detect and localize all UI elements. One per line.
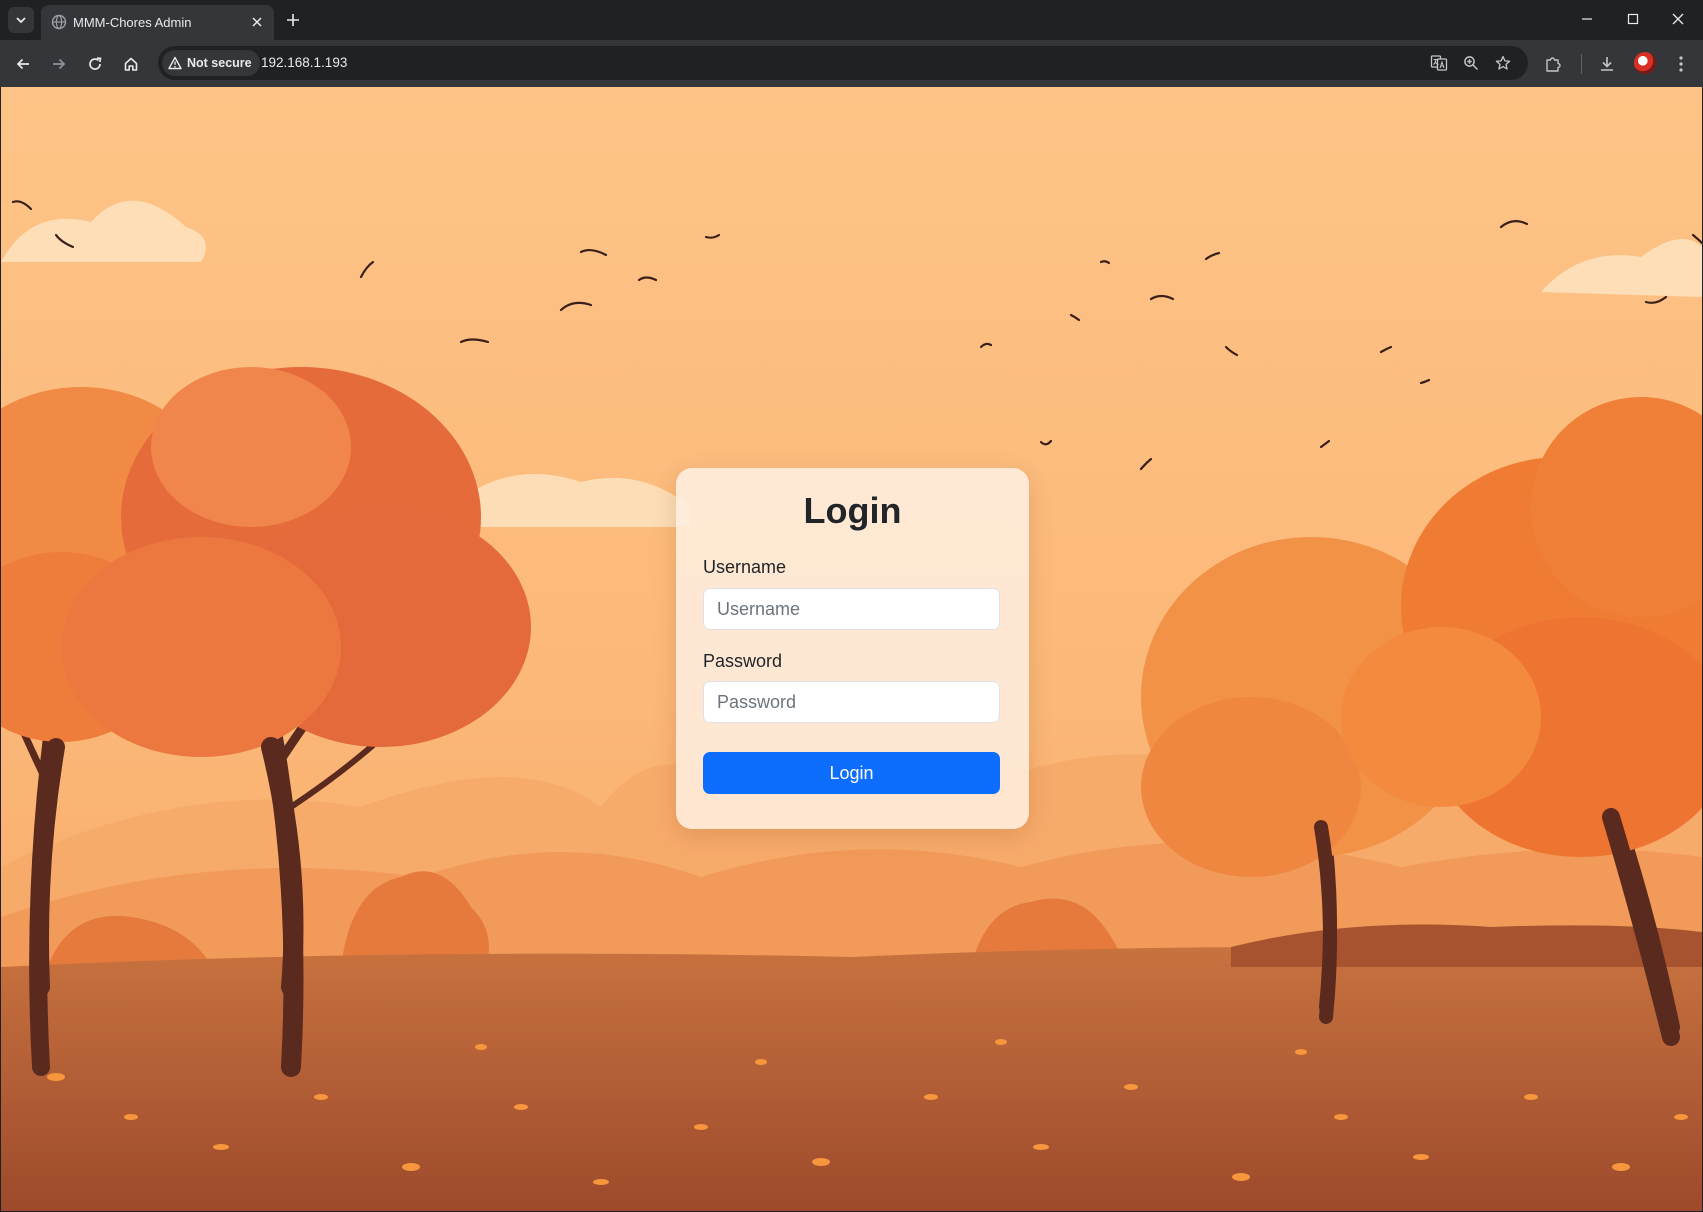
browser-menu-button[interactable]	[1669, 52, 1693, 76]
maximize-button[interactable]	[1618, 6, 1648, 32]
username-label: Username	[703, 557, 787, 577]
bookmark-button[interactable]	[1492, 52, 1514, 74]
page-viewport: Login Username Password Login	[1, 87, 1702, 1211]
url-text[interactable]: 192.168.1.193	[261, 55, 347, 70]
new-tab-button[interactable]	[282, 9, 304, 31]
plus-icon	[287, 14, 299, 26]
star-icon	[1495, 55, 1511, 70]
password-label: Password	[703, 651, 783, 671]
tab-strip: MMM-Chores Admin	[0, 0, 1703, 40]
warning-icon	[168, 56, 182, 70]
back-button[interactable]	[9, 50, 37, 78]
minimize-button[interactable]	[1572, 6, 1602, 32]
profile-avatar[interactable]	[1634, 52, 1656, 74]
arrow-left-icon	[16, 58, 29, 70]
window-close-button[interactable]	[1663, 6, 1693, 32]
password-input[interactable]	[703, 681, 1000, 723]
home-button[interactable]	[117, 50, 145, 78]
forward-button[interactable]	[45, 50, 73, 78]
username-input[interactable]	[703, 588, 1000, 630]
login-title: Login	[803, 490, 902, 531]
tab-search-button[interactable]	[8, 7, 34, 33]
zoom-icon	[1464, 56, 1478, 70]
chevron-down-icon	[16, 17, 26, 24]
browser-tab-active[interactable]: MMM-Chores Admin	[41, 5, 274, 40]
home-icon	[124, 57, 138, 71]
close-icon	[252, 17, 262, 27]
security-label: Not secure	[187, 56, 252, 70]
browser-toolbar: Not secure 192.168.1.193	[0, 40, 1703, 87]
minimize-icon	[1582, 18, 1592, 20]
translate-icon	[1430, 55, 1448, 71]
kebab-menu-icon	[1679, 56, 1683, 72]
reload-icon	[89, 57, 102, 70]
download-icon	[1601, 57, 1613, 71]
close-icon	[1672, 13, 1684, 25]
tab-title: MMM-Chores Admin	[73, 15, 192, 30]
maximize-icon	[1627, 13, 1639, 25]
globe-icon	[51, 14, 67, 30]
login-form: Login Username Password Login	[676, 468, 1029, 829]
tab-close-button[interactable]	[248, 13, 266, 31]
extensions-button[interactable]	[1541, 52, 1565, 76]
reload-button[interactable]	[81, 50, 109, 78]
zoom-button[interactable]	[1460, 52, 1482, 74]
security-indicator[interactable]: Not secure	[162, 50, 260, 76]
downloads-button[interactable]	[1595, 52, 1619, 76]
address-bar[interactable]: Not secure 192.168.1.193	[158, 46, 1528, 80]
toolbar-divider	[1581, 54, 1582, 74]
translate-button[interactable]	[1428, 52, 1450, 74]
arrow-right-icon	[53, 58, 66, 70]
login-button[interactable]: Login	[703, 752, 1000, 794]
puzzle-icon	[1546, 57, 1561, 72]
